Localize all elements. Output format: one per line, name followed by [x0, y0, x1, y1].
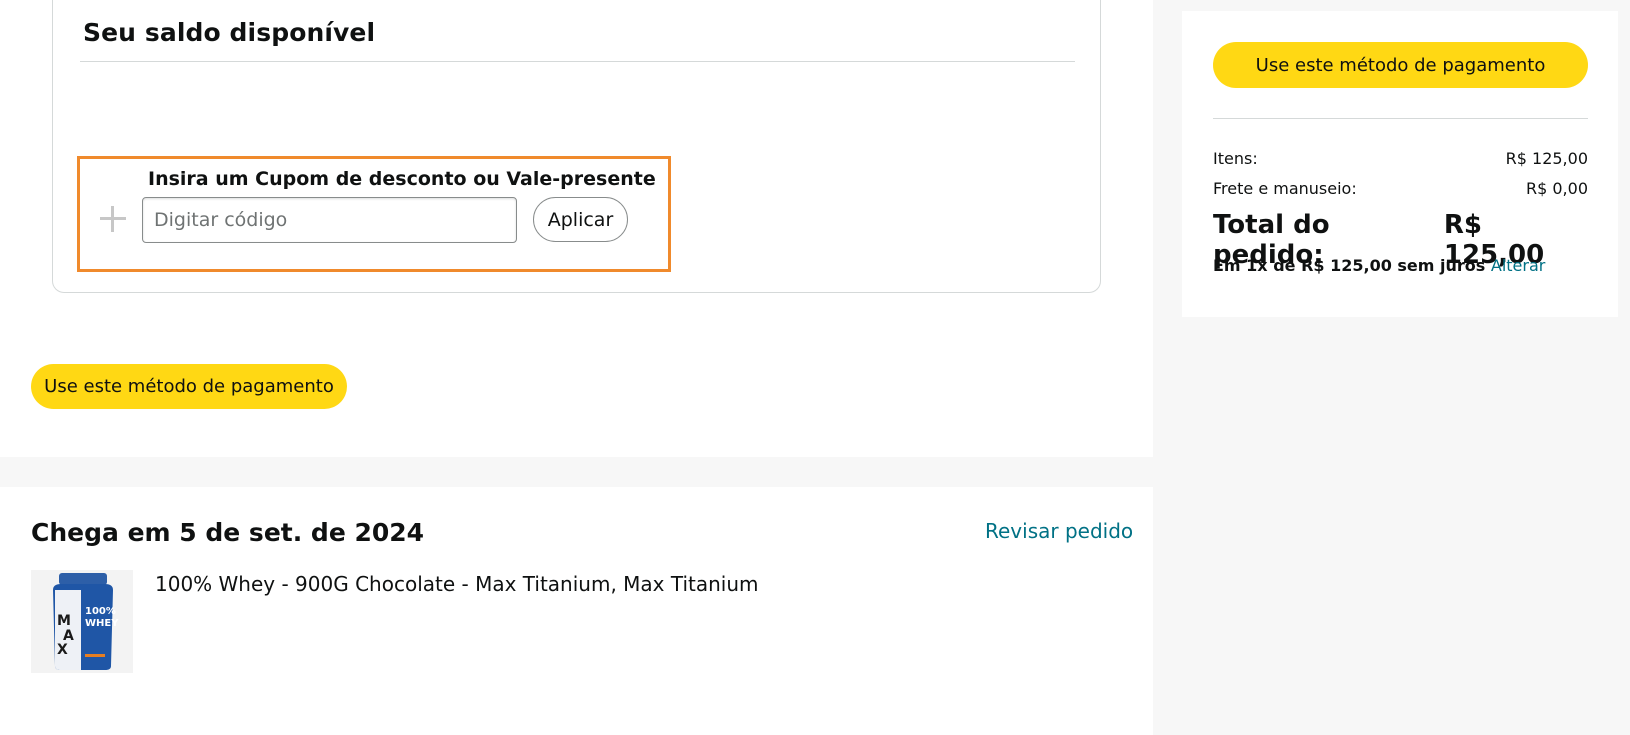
product-image[interactable]: M A X 100% WHEY [31, 570, 133, 673]
items-value: R$ 125,00 [1505, 149, 1588, 168]
whey-tub-icon: M A X 100% WHEY [31, 570, 133, 673]
apply-coupon-button[interactable]: Aplicar [533, 197, 628, 242]
plus-icon[interactable] [100, 206, 126, 232]
review-order-link[interactable]: Revisar pedido [985, 519, 1133, 543]
svg-text:100%: 100% [85, 606, 116, 617]
arrival-date-title: Chega em 5 de set. de 2024 [31, 518, 425, 547]
items-row: Itens: R$ 125,00 [1213, 149, 1588, 168]
shipping-label: Frete e manuseio: [1213, 179, 1357, 198]
change-installments-link[interactable]: Alterar [1491, 256, 1545, 275]
coupon-code-input[interactable] [142, 197, 517, 243]
installments-info: Em 1x de R$ 125,00 sem juros Alterar [1213, 256, 1545, 275]
shipping-row: Frete e manuseio: R$ 0,00 [1213, 179, 1588, 198]
coupon-heading: Insira um Cupom de desconto ou Vale-pres… [148, 168, 656, 190]
use-payment-method-button[interactable]: Use este método de pagamento [31, 364, 347, 409]
divider [80, 61, 1075, 62]
payment-section: Seu saldo disponível Insira um Cupom de … [0, 0, 1153, 457]
checkout-page: Seu saldo disponível Insira um Cupom de … [0, 0, 1630, 735]
svg-text:WHEY: WHEY [85, 618, 119, 629]
items-label: Itens: [1213, 149, 1258, 168]
installments-text: Em 1x de R$ 125,00 sem juros [1213, 256, 1486, 275]
shipping-value: R$ 0,00 [1525, 179, 1588, 198]
product-name[interactable]: 100% Whey - 900G Chocolate - Max Titaniu… [155, 572, 759, 596]
balance-title: Seu saldo disponível [83, 18, 376, 47]
use-payment-method-button-summary[interactable]: Use este método de pagamento [1213, 42, 1588, 88]
svg-text:M: M [57, 613, 71, 629]
delivery-section: Chega em 5 de set. de 2024 Revisar pedid… [0, 487, 1153, 735]
svg-text:X: X [57, 642, 68, 658]
divider [1213, 118, 1588, 119]
